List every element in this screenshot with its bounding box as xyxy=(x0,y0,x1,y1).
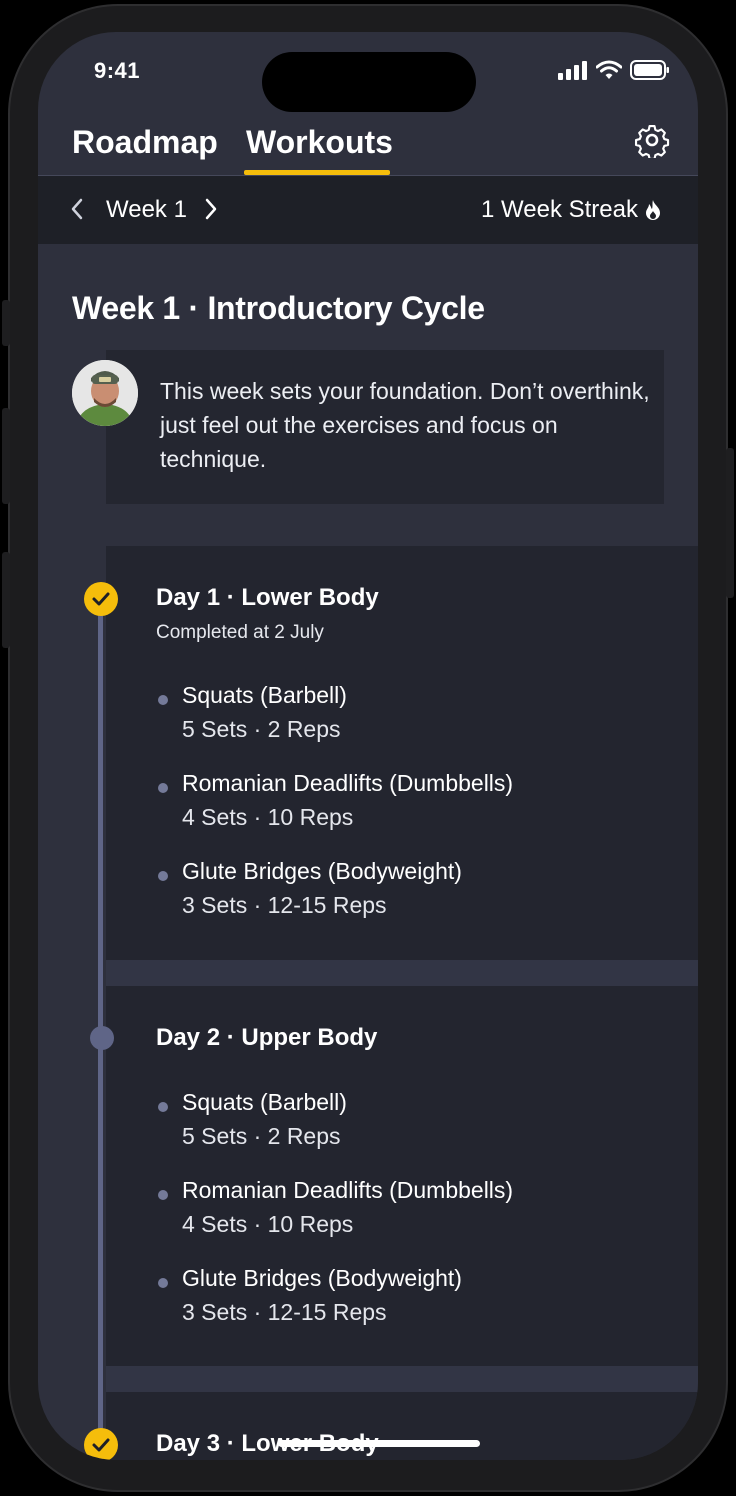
check-icon xyxy=(84,582,118,616)
exercise-sets-reps: 5 Sets · 2 Reps xyxy=(182,1123,341,1149)
streak-label: 1 Week Streak xyxy=(481,196,638,223)
bullet-dot xyxy=(158,783,168,793)
week-selector-bar: Week 1 1 Week Streak xyxy=(38,176,698,244)
card-separator xyxy=(106,1366,698,1392)
mute-switch xyxy=(2,300,10,346)
home-indicator[interactable] xyxy=(278,1440,480,1447)
bullet-dot xyxy=(158,1102,168,1112)
exercise-name: Glute Bridges (Bodyweight) xyxy=(182,858,462,884)
week-title: Week 1 · Introductory Cycle xyxy=(72,290,485,326)
active-tab-indicator xyxy=(244,170,390,175)
exercise-sets-reps: 3 Sets · 12-15 Reps xyxy=(182,1299,387,1325)
tab-roadmap[interactable]: Roadmap xyxy=(72,124,218,161)
status-time: 9:41 xyxy=(94,58,141,83)
exercise-sets-reps: 5 Sets · 2 Reps xyxy=(182,716,341,742)
coach-portrait-icon xyxy=(72,360,138,426)
exercise-name: Glute Bridges (Bodyweight) xyxy=(182,1265,462,1291)
top-navigation: Roadmap Workouts xyxy=(38,118,698,176)
flame-icon xyxy=(646,200,660,220)
gear-icon[interactable] xyxy=(634,122,670,158)
chevron-right-icon[interactable] xyxy=(202,196,220,222)
exercise-sets-reps: 3 Sets · 12-15 Reps xyxy=(182,892,387,918)
check-icon xyxy=(84,1428,118,1460)
tab-workouts[interactable]: Workouts xyxy=(246,124,393,161)
status-icons xyxy=(558,60,670,80)
coach-message-text: This week sets your foundation. Don’t ov… xyxy=(160,378,650,472)
wifi-icon xyxy=(596,60,622,79)
cellular-signal-icon xyxy=(558,61,587,80)
exercise-sets-reps: 4 Sets · 10 Reps xyxy=(182,1211,354,1237)
exercise-sets-reps: 4 Sets · 10 Reps xyxy=(182,804,354,830)
app-screen: 9:41 Roadmap Workouts Week 1 1 Week Stre… xyxy=(38,32,698,1460)
card-separator xyxy=(106,960,698,986)
day-title: Day 1 · Lower Body xyxy=(156,584,379,611)
streak-indicator: 1 Week Streak xyxy=(481,196,662,224)
exercise-name: Romanian Deadlifts (Dumbbells) xyxy=(182,1177,514,1203)
exercise-name: Romanian Deadlifts (Dumbbells) xyxy=(182,770,514,796)
exercise-name: Squats (Barbell) xyxy=(182,682,347,708)
volume-down-button xyxy=(2,552,10,648)
bullet-dot xyxy=(158,695,168,705)
bullet-dot xyxy=(158,871,168,881)
power-button xyxy=(726,448,734,598)
timeline-node xyxy=(90,1026,114,1050)
week-label: Week 1 xyxy=(106,196,187,223)
battery-icon xyxy=(630,60,669,80)
day-completion-date: Completed at 2 July xyxy=(156,622,324,643)
avatar xyxy=(72,360,138,426)
day-title: Day 2 · Upper Body xyxy=(156,1024,378,1051)
volume-up-button xyxy=(2,408,10,504)
chevron-left-icon[interactable] xyxy=(68,196,86,222)
exercise-name: Squats (Barbell) xyxy=(182,1089,347,1115)
bullet-dot xyxy=(158,1190,168,1200)
dynamic-island xyxy=(262,52,476,112)
bullet-dot xyxy=(158,1278,168,1288)
